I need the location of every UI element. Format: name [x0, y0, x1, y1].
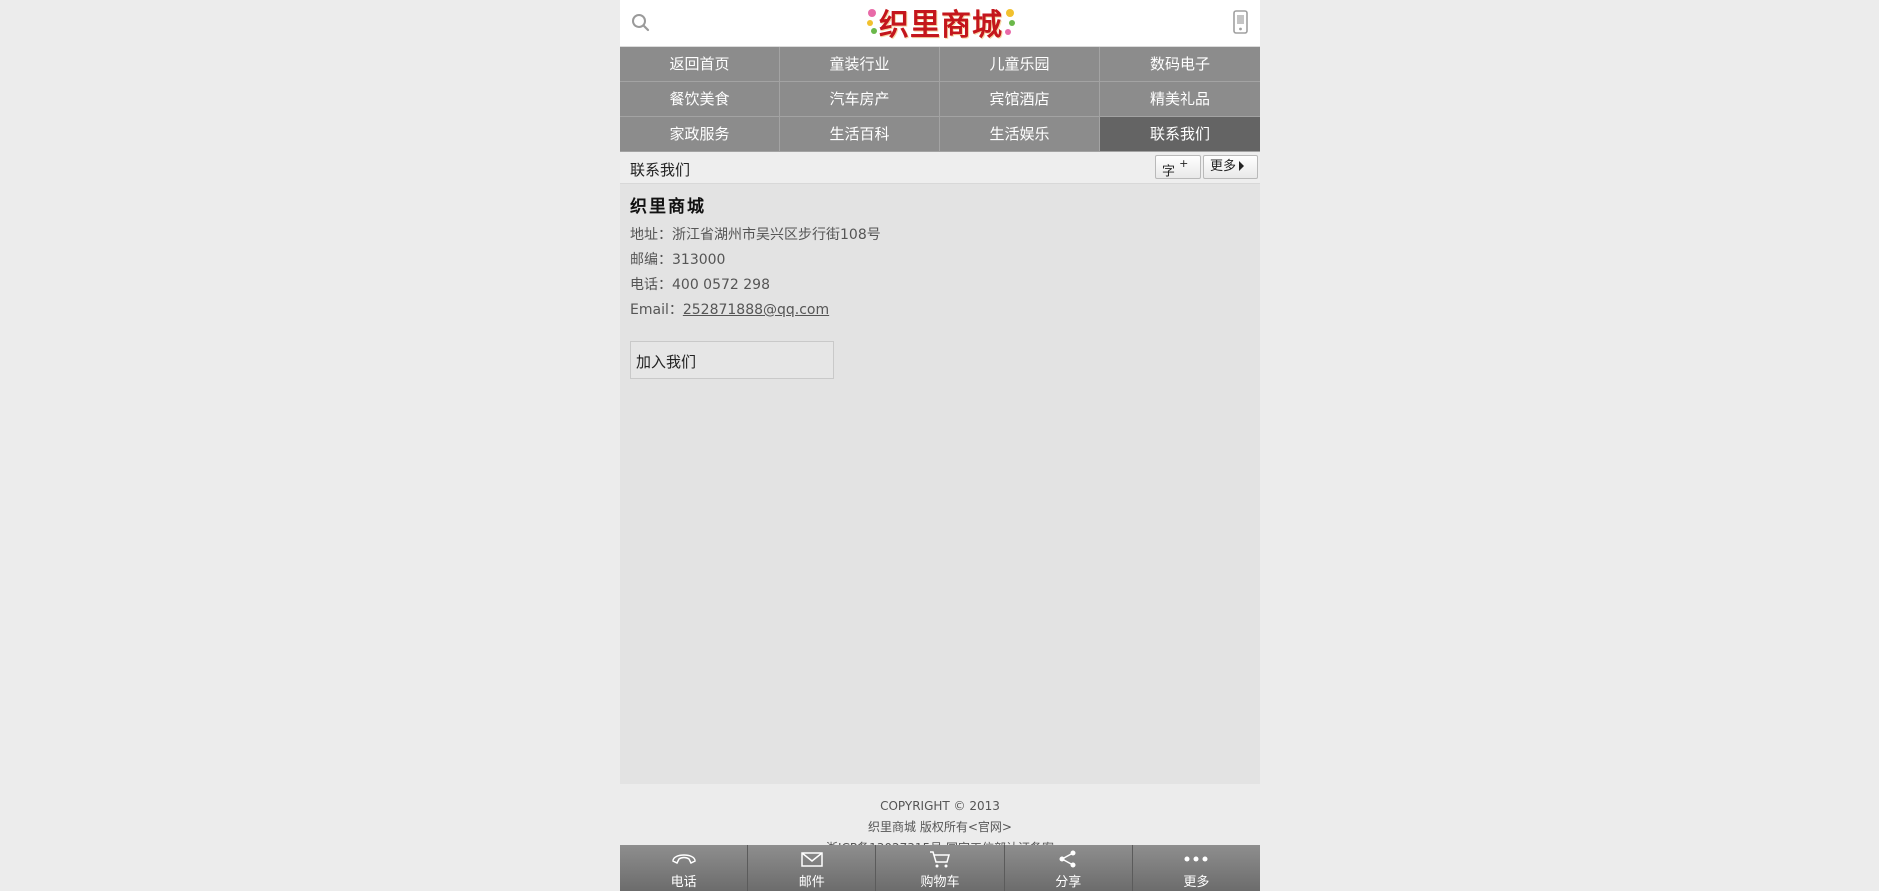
search-icon[interactable] — [630, 12, 652, 34]
phone-line: 电话：400 0572 298 — [630, 273, 1250, 298]
nav-item-auto-realestate[interactable]: 汽车房产 — [780, 82, 940, 117]
nav-item-childrens-clothing[interactable]: 童装行业 — [780, 47, 940, 82]
font-size-button[interactable]: 字 + — [1155, 155, 1201, 179]
bottom-more-button[interactable]: 更多 — [1133, 845, 1260, 891]
rights-text: 织里商城 版权所有<官网> — [868, 820, 1012, 834]
bottom-cart-label: 购物车 — [920, 875, 960, 890]
triangle-right-icon — [1239, 161, 1245, 171]
nav-item-hotels[interactable]: 宾馆酒店 — [940, 82, 1100, 117]
bottom-phone-button[interactable]: 电话 — [620, 845, 749, 891]
flower-decoration-icon — [867, 9, 877, 34]
logo-text: 织里商城 — [879, 8, 1003, 43]
cart-icon — [930, 851, 950, 868]
phone-label: 电话： — [630, 277, 672, 293]
email-line: Email：252871888@qq.com — [630, 298, 1250, 323]
header: 织里商城 — [620, 0, 1260, 47]
font-size-button-label: 字 — [1162, 164, 1176, 180]
contact-content: 织里商城 地址：浙江省湖州市吴兴区步行街108号 邮编：313000 电话：40… — [620, 184, 1260, 784]
title-bar: 联系我们 字 + 更多 — [620, 152, 1260, 184]
address-value: 浙江省湖州市吴兴区步行街108号 — [672, 227, 881, 243]
phone-value: 400 0572 298 — [672, 277, 770, 293]
bottom-share-label: 分享 — [1055, 875, 1082, 890]
bottom-more-label: 更多 — [1183, 875, 1210, 890]
address-label: 地址： — [630, 227, 672, 243]
email-link[interactable]: 252871888@qq.com — [683, 302, 829, 318]
more-button-label: 更多 — [1210, 159, 1237, 174]
more-button[interactable]: 更多 — [1203, 155, 1258, 179]
nav-item-food[interactable]: 餐饮美食 — [620, 82, 780, 117]
bottom-phone-label: 电话 — [670, 875, 697, 890]
nav-item-kids-park[interactable]: 儿童乐园 — [940, 47, 1100, 82]
nav-item-housekeeping[interactable]: 家政服务 — [620, 117, 780, 152]
font-size-plus: + — [1179, 157, 1189, 170]
bottom-cart-button[interactable]: 购物车 — [876, 845, 1005, 891]
mail-icon — [801, 852, 823, 867]
email-label: Email： — [630, 302, 683, 318]
nav-item-life-encyclopedia[interactable]: 生活百科 — [780, 117, 940, 152]
nav-item-gifts[interactable]: 精美礼品 — [1100, 82, 1260, 117]
bottom-toolbar: 电话 邮件 购物车 分享 更多 — [620, 845, 1260, 891]
bottom-mail-label: 邮件 — [798, 875, 825, 890]
nav-item-home[interactable]: 返回首页 — [620, 47, 780, 82]
share-icon — [1059, 850, 1076, 868]
mobile-page: 织里商城 返回首页 童装行业 儿童乐园 数码电子 餐饮美食 汽车房产 宾馆酒店 … — [620, 0, 1260, 891]
company-name: 织里商城 — [630, 197, 706, 217]
nav-item-digital[interactable]: 数码电子 — [1100, 47, 1260, 82]
nav-item-contact-us[interactable]: 联系我们 — [1100, 117, 1260, 152]
zip-label: 邮编： — [630, 252, 672, 268]
bottom-share-button[interactable]: 分享 — [1005, 845, 1133, 891]
zip-value: 313000 — [672, 252, 726, 268]
page-title: 联系我们 — [630, 161, 691, 179]
copyright-text: COPYRIGHT © 2013 — [880, 799, 1000, 813]
phone-icon — [671, 854, 696, 865]
nav-item-entertainment[interactable]: 生活娱乐 — [940, 117, 1100, 152]
bottom-mail-button[interactable]: 邮件 — [748, 845, 877, 891]
address-line: 地址：浙江省湖州市吴兴区步行街108号 — [630, 223, 1250, 248]
flower-decoration-icon — [1005, 9, 1015, 35]
category-nav: 返回首页 童装行业 儿童乐园 数码电子 餐饮美食 汽车房产 宾馆酒店 精美礼品 … — [620, 47, 1260, 152]
mobile-phone-icon[interactable] — [1232, 10, 1250, 34]
zip-line: 邮编：313000 — [630, 248, 1250, 273]
more-dots-icon — [1184, 856, 1208, 862]
join-us-button[interactable]: 加入我们 — [630, 341, 834, 379]
site-logo[interactable]: 织里商城 — [860, 2, 1022, 43]
